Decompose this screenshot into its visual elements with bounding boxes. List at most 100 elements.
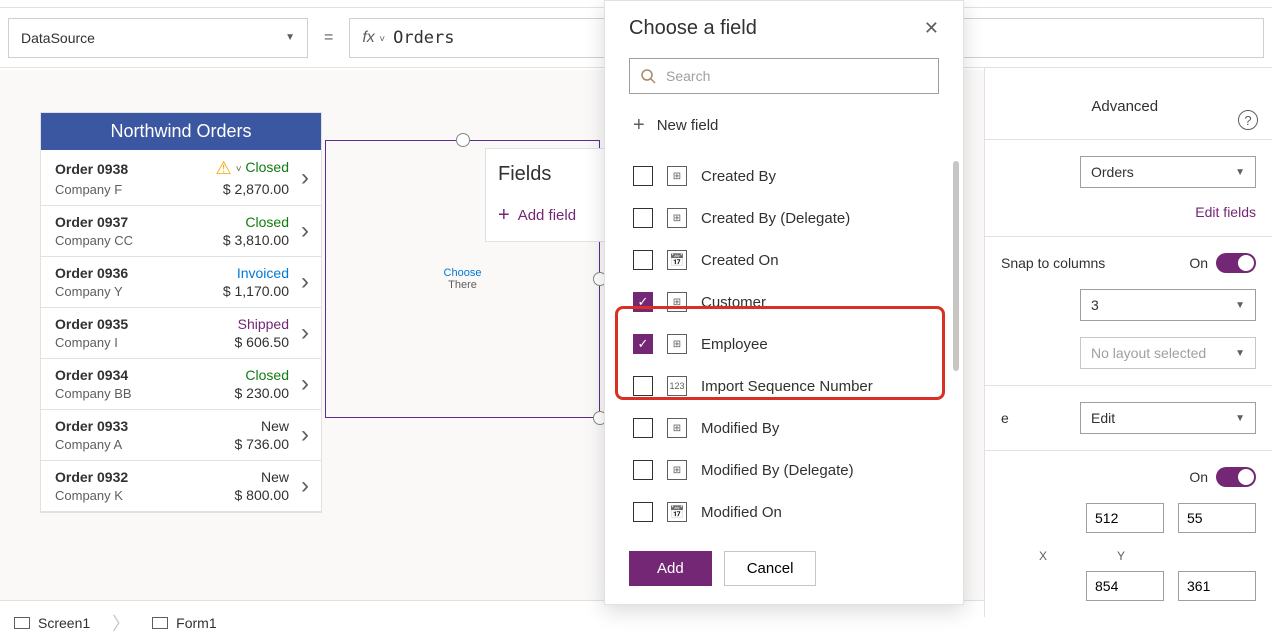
checkbox[interactable]	[633, 460, 653, 480]
order-amount: $ 3,810.00	[223, 232, 289, 248]
visible-toggle[interactable]	[1216, 467, 1256, 487]
form-icon	[152, 617, 168, 629]
chevron-right-icon[interactable]: ›	[289, 421, 309, 449]
field-label: Employee	[701, 336, 768, 353]
order-row[interactable]: Order 0933 New Company A $ 736.00 ›	[41, 410, 321, 461]
field-label: Created On	[701, 252, 779, 269]
field-type-icon	[667, 502, 687, 522]
order-row[interactable]: Order 0937 Closed Company CC $ 3,810.00 …	[41, 206, 321, 257]
field-option[interactable]: Modified By	[629, 407, 951, 449]
edit-fields-link[interactable]: Edit fields	[1195, 204, 1256, 220]
checkbox[interactable]	[633, 208, 653, 228]
choose-field-dialog: Choose a field ✕ Search + New field Crea…	[604, 0, 964, 605]
checkbox[interactable]	[633, 376, 653, 396]
size-h-input[interactable]	[1178, 571, 1256, 601]
chevron-down-icon: ▼	[1235, 167, 1245, 178]
checkbox[interactable]	[633, 250, 653, 270]
order-company: Company Y	[55, 284, 223, 299]
order-id: Order 0935	[55, 316, 235, 332]
field-list: Created By Created By (Delegate) Created…	[605, 151, 963, 537]
add-field-button[interactable]: + Add field	[498, 204, 592, 227]
chevron-right-icon[interactable]: ›	[289, 370, 309, 398]
snap-toggle[interactable]	[1216, 253, 1256, 273]
datasource-select[interactable]: Orders ▼	[1080, 156, 1256, 188]
field-type-icon	[667, 334, 687, 354]
order-id: Order 0933	[55, 418, 235, 434]
chevron-right-icon[interactable]: ›	[289, 319, 309, 347]
order-amount: $ 230.00	[235, 385, 290, 401]
field-option[interactable]: Created By	[629, 155, 951, 197]
resize-handle[interactable]	[456, 133, 470, 147]
tab-screen1[interactable]: Screen1	[14, 615, 90, 631]
snap-label: Snap to columns	[1001, 255, 1105, 271]
orders-gallery[interactable]: Northwind Orders Order 0938 ⚠˅ Closed Co…	[40, 112, 322, 513]
checkbox[interactable]	[633, 502, 653, 522]
field-type-icon	[667, 208, 687, 228]
chevron-right-icon[interactable]: ›	[289, 472, 309, 500]
equals-sign: =	[318, 29, 339, 47]
order-row[interactable]: Order 0934 Closed Company BB $ 230.00 ›	[41, 359, 321, 410]
order-row[interactable]: Order 0936 Invoiced Company Y $ 1,170.00…	[41, 257, 321, 308]
tab-advanced[interactable]: Advanced	[1091, 98, 1158, 123]
order-id: Order 0938	[55, 161, 216, 177]
tab-form1[interactable]: Form1	[152, 615, 216, 631]
order-amount: $ 606.50	[235, 334, 290, 350]
field-label: Modified On	[701, 504, 782, 521]
layout-select[interactable]: No layout selected ▼	[1080, 337, 1256, 369]
plus-icon: +	[498, 204, 510, 227]
field-option[interactable]: Created By (Delegate)	[629, 197, 951, 239]
field-option[interactable]: Modified By (Delegate)	[629, 449, 951, 491]
checkbox[interactable]: ✓	[633, 292, 653, 312]
chevron-right-icon[interactable]: ›	[289, 164, 309, 192]
help-icon[interactable]: ?	[1238, 110, 1258, 130]
order-id: Order 0932	[55, 469, 235, 485]
order-company: Company CC	[55, 233, 223, 248]
chevron-right-icon[interactable]: ›	[289, 217, 309, 245]
field-option[interactable]: ✓ Employee	[629, 323, 951, 365]
field-search-input[interactable]: Search	[629, 58, 939, 94]
order-status: Shipped	[235, 316, 290, 332]
properties-pane: ? Properties Advanced Data source Orders…	[984, 68, 1272, 617]
fx-icon: fx ˅	[362, 29, 385, 47]
order-amount: $ 2,870.00	[216, 181, 289, 197]
order-id: Order 0936	[55, 265, 223, 281]
field-label: Created By	[701, 168, 776, 185]
formula-value: Orders	[393, 28, 454, 48]
order-row[interactable]: Order 0935 Shipped Company I $ 606.50 ›	[41, 308, 321, 359]
chevron-down-icon: ▼	[1235, 348, 1245, 359]
chevron-down-icon: ▼	[285, 32, 295, 43]
field-label: Created By (Delegate)	[701, 210, 850, 227]
order-status: Invoiced	[223, 265, 289, 281]
property-dropdown[interactable]: DataSource ▼	[8, 18, 308, 58]
position-y-input[interactable]	[1178, 503, 1256, 533]
order-company: Company A	[55, 437, 235, 452]
order-row[interactable]: Order 0932 New Company K $ 800.00 ›	[41, 461, 321, 512]
add-button[interactable]: Add	[629, 551, 712, 586]
field-option[interactable]: Created On	[629, 239, 951, 281]
size-w-input[interactable]	[1086, 571, 1164, 601]
position-x-input[interactable]	[1086, 503, 1164, 533]
checkbox[interactable]: ✓	[633, 334, 653, 354]
field-type-icon	[667, 250, 687, 270]
close-icon[interactable]: ✕	[924, 18, 939, 39]
checkbox[interactable]	[633, 418, 653, 438]
field-option[interactable]: 123 Import Sequence Number	[629, 365, 951, 407]
order-row[interactable]: Order 0938 ⚠˅ Closed Company F $ 2,870.0…	[41, 150, 321, 206]
chevron-right-icon[interactable]: ›	[289, 268, 309, 296]
add-field-label: Add field	[518, 207, 576, 224]
order-id: Order 0937	[55, 214, 223, 230]
property-label: DataSource	[21, 30, 95, 46]
order-company: Company K	[55, 488, 235, 503]
mode-select[interactable]: Edit ▼	[1080, 402, 1256, 434]
field-type-icon	[667, 166, 687, 186]
checkbox[interactable]	[633, 166, 653, 186]
order-amount: $ 1,170.00	[223, 283, 289, 299]
search-placeholder: Search	[666, 68, 710, 84]
order-amount: $ 736.00	[235, 436, 290, 452]
cancel-button[interactable]: Cancel	[724, 551, 817, 586]
scrollbar-thumb[interactable]	[953, 161, 959, 371]
columns-select[interactable]: 3 ▼	[1080, 289, 1256, 321]
field-option[interactable]: ✓ Customer	[629, 281, 951, 323]
field-option[interactable]: Modified On	[629, 491, 951, 533]
new-field-button[interactable]: + New field	[605, 108, 963, 151]
